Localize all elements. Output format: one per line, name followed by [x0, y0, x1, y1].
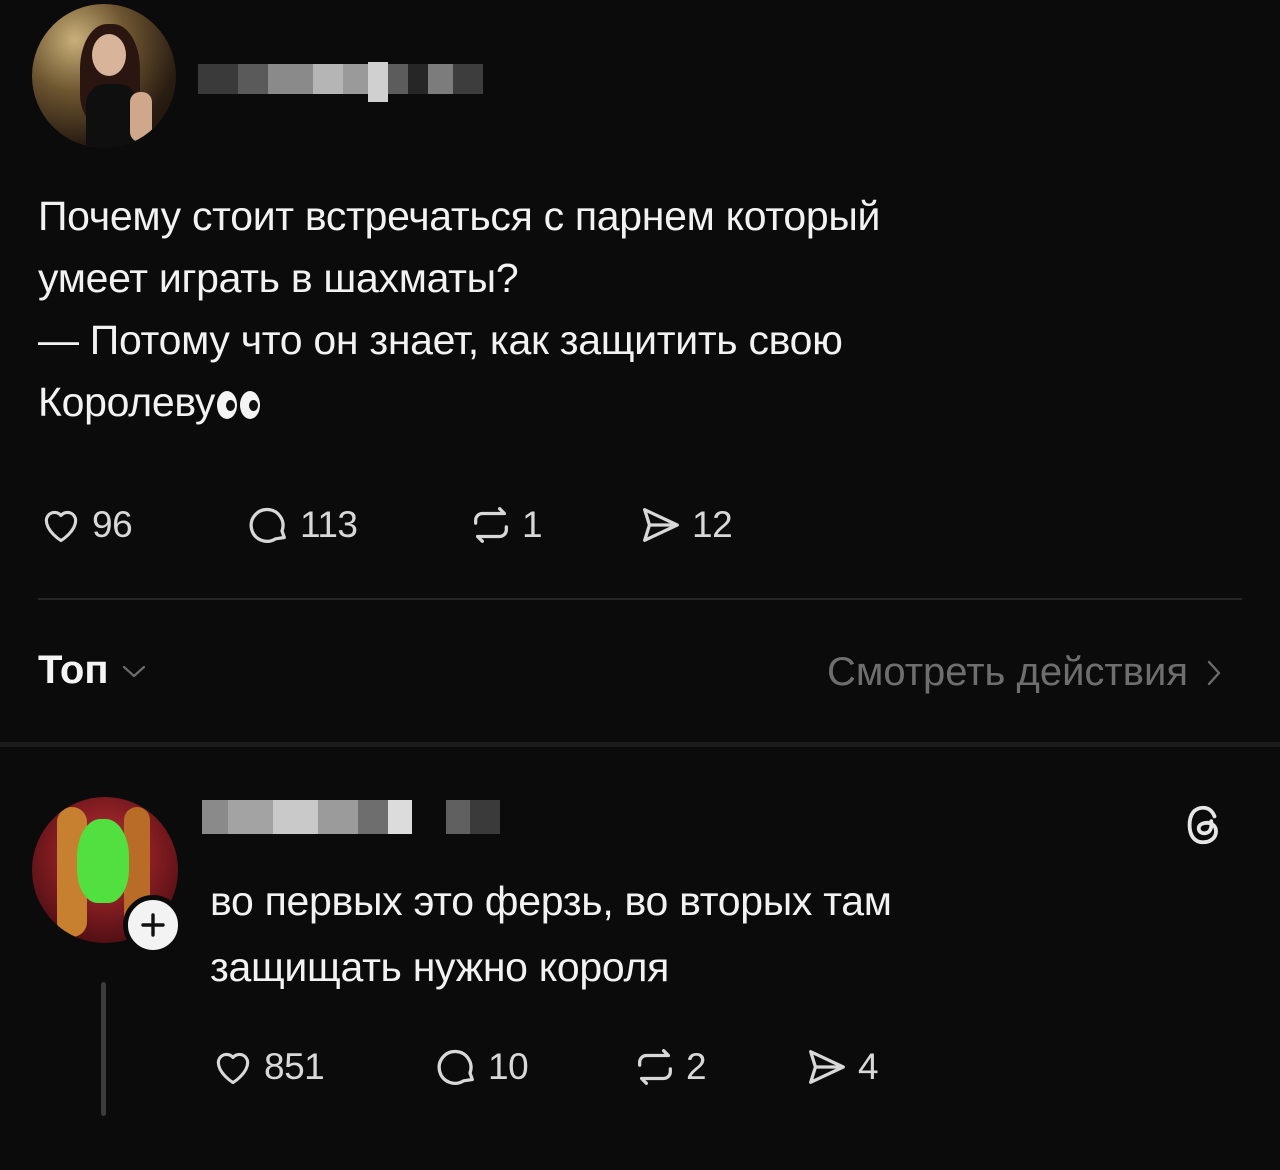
comment-bubble-icon	[437, 1049, 474, 1085]
share-button[interactable]: 4	[802, 1044, 879, 1090]
threads-logo-button[interactable]	[1180, 800, 1226, 855]
repost-button[interactable]: 2	[630, 1044, 802, 1090]
eyes-emoji-icon	[217, 391, 261, 420]
heart-icon	[216, 1052, 250, 1085]
avatar-arm	[130, 92, 152, 142]
post-body: Почему стоит встречаться с парнем которы…	[38, 185, 1218, 433]
post-actions: 96 113 1 12	[38, 500, 733, 550]
like-count: 851	[264, 1046, 325, 1087]
reply-actions: 851 10 2 4	[210, 1042, 879, 1092]
like-button[interactable]: 851	[210, 1045, 432, 1089]
send-icon	[643, 508, 679, 542]
post-author-avatar[interactable]	[32, 4, 176, 148]
post-text-line-last: Королеву	[38, 371, 1218, 433]
reply-author-name-redacted[interactable]	[202, 800, 500, 834]
post-text-line: умеет играть в шахматы?	[38, 255, 519, 301]
post-author-name-redacted[interactable]	[198, 62, 483, 102]
sort-label: Топ	[38, 648, 109, 692]
comment-button[interactable]: 10	[432, 1044, 630, 1090]
view-activity-label: Смотреть действия	[826, 650, 1188, 694]
follow-plus-button[interactable]	[123, 895, 183, 955]
thread-line	[101, 982, 106, 1116]
repost-count: 2	[686, 1046, 707, 1087]
share-count: 12	[692, 504, 733, 545]
repost-icon	[474, 507, 508, 543]
send-icon	[809, 1050, 845, 1084]
post-text-line: Королеву	[38, 379, 216, 425]
comment-bubble-icon	[249, 507, 286, 543]
repost-icon	[638, 1049, 672, 1085]
reply-text-line: защищать нужно короля	[210, 944, 669, 990]
share-button[interactable]: 12	[636, 502, 733, 548]
threads-logo-icon	[1187, 805, 1218, 845]
repost-count: 1	[522, 504, 543, 545]
like-count: 96	[92, 504, 133, 545]
avatar-face	[77, 819, 129, 903]
chevron-right-icon	[1207, 660, 1221, 685]
comment-button[interactable]: 113	[244, 502, 466, 548]
chevron-down-icon	[122, 665, 145, 677]
section-divider	[0, 742, 1280, 747]
post-divider	[38, 598, 1242, 600]
avatar-face	[92, 34, 126, 76]
comment-count: 10	[488, 1046, 529, 1087]
post-text-line: — Потому что он знает, как защитить свою	[38, 317, 843, 363]
view-activity-link[interactable]: Смотреть действия	[827, 650, 1222, 695]
reply-body: во первых это ферзь, во вторых там защищ…	[210, 868, 1210, 1000]
like-button[interactable]: 96	[38, 503, 244, 547]
post-text-line: Почему стоит встречаться с парнем которы…	[38, 193, 881, 239]
repost-button[interactable]: 1	[466, 502, 636, 548]
sort-dropdown[interactable]: Топ	[38, 648, 147, 693]
heart-icon	[44, 510, 78, 543]
comment-count: 113	[300, 504, 358, 545]
share-count: 4	[858, 1046, 879, 1087]
plus-icon	[141, 913, 165, 937]
reply-text-line: во первых это ферзь, во вторых там	[210, 878, 892, 924]
